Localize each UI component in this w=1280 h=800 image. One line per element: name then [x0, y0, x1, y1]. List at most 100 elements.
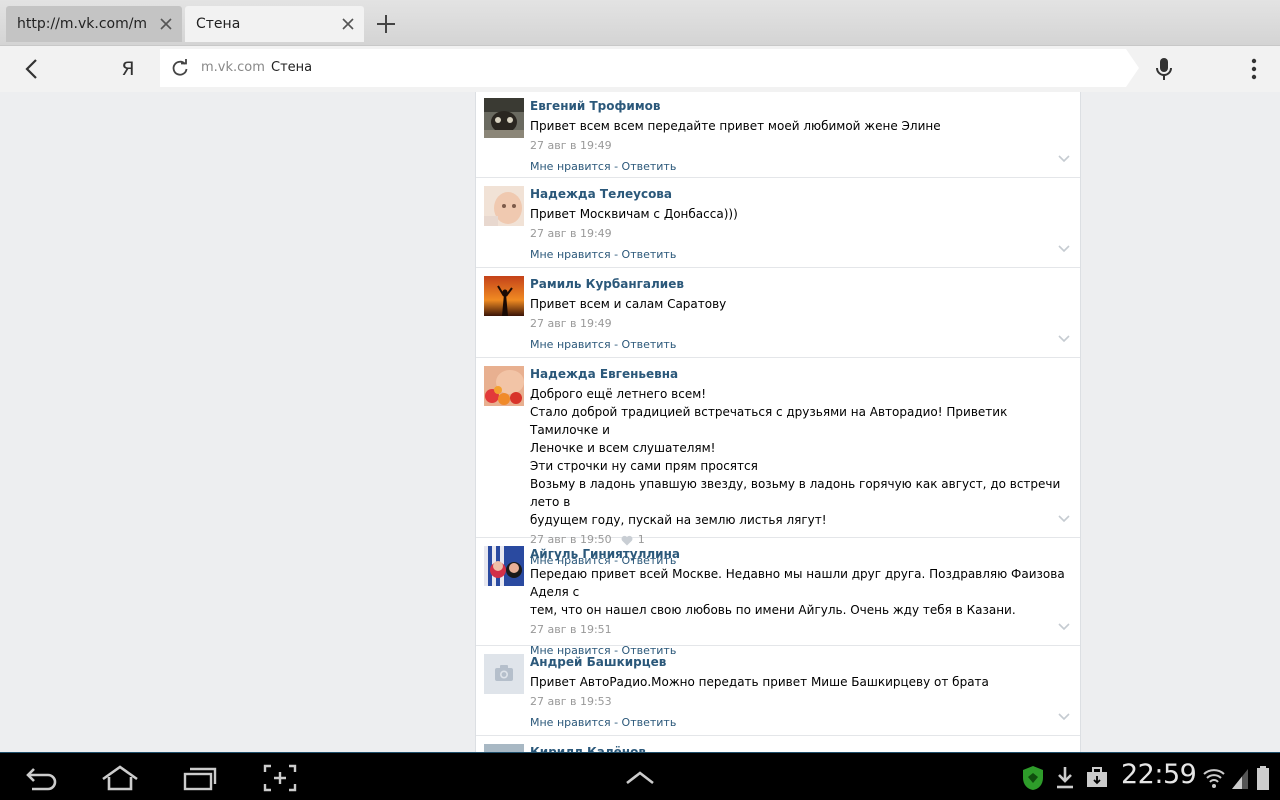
- tab-wall[interactable]: Стена: [185, 6, 364, 42]
- comments-feed: Евгений Трофимов Привет всем всем переда…: [475, 92, 1081, 752]
- yandex-button[interactable]: Я: [114, 56, 142, 82]
- like-link[interactable]: Мне нравится: [530, 338, 611, 351]
- url-page-title: Стена: [271, 60, 313, 75]
- comment: Надежда Евгеньевна Доброго ещё летнего в…: [476, 358, 1080, 567]
- chevron-up-icon[interactable]: [624, 763, 656, 793]
- comment: Надежда Телеусова Привет Москвичам с Дон…: [476, 178, 1080, 268]
- plus-icon[interactable]: [374, 12, 398, 36]
- comment-text: Привет АвтоРадио.Можно передать привет М…: [530, 673, 1070, 691]
- tab-title: Стена: [196, 16, 241, 32]
- comment-text: Передаю привет всей Москве. Недавно мы н…: [530, 565, 1070, 619]
- url-domain: m.vk.com: [201, 60, 265, 75]
- avatar[interactable]: [484, 186, 524, 226]
- chevron-down-icon[interactable]: [1058, 713, 1070, 721]
- wifi-icon: [1203, 769, 1225, 788]
- comment-author[interactable]: Рамиль Курбангалиев: [530, 275, 1070, 293]
- comment-time[interactable]: 27 авг в 19:51: [530, 622, 612, 638]
- home-icon[interactable]: [100, 763, 140, 793]
- shield-icon: [1022, 766, 1044, 790]
- comment-actions: Мне нравится - Ответить: [530, 159, 1070, 175]
- comment-author[interactable]: Андрей Башкирцев: [530, 653, 1070, 671]
- microphone-icon[interactable]: [1152, 55, 1176, 83]
- comment: Евгений Трофимов Привет всем всем переда…: [476, 92, 1080, 178]
- back-arrow-icon[interactable]: [18, 56, 46, 82]
- briefcase-icon: [1087, 767, 1107, 787]
- comment-text-line: будущем году, пускай на землю листья ляг…: [530, 513, 827, 527]
- chevron-down-icon[interactable]: [1058, 155, 1070, 163]
- comment-text-line: Привет АвтоРадио.Можно передать привет М…: [530, 675, 989, 689]
- comment-text-line: Доброго ещё летнего всем!: [530, 387, 707, 401]
- chevron-down-icon[interactable]: [1058, 335, 1070, 343]
- address-bar-tail: [1126, 49, 1139, 87]
- close-icon[interactable]: [340, 16, 356, 32]
- chevron-down-icon[interactable]: [1058, 515, 1070, 523]
- like-link[interactable]: Мне нравится: [530, 716, 611, 729]
- avatar[interactable]: [484, 366, 524, 406]
- comment-time[interactable]: 27 авг в 19:53: [530, 694, 612, 710]
- overflow-menu-icon[interactable]: [1244, 56, 1264, 82]
- reply-link[interactable]: Ответить: [622, 338, 677, 351]
- camera-icon: [484, 654, 524, 694]
- separator: -: [610, 338, 622, 351]
- tab-mail[interactable]: http://m.vk.com/mail?: [6, 6, 182, 42]
- comment-text: Привет Москвичам с Донбасса))): [530, 205, 1070, 223]
- battery-icon: [1257, 766, 1269, 790]
- comment-text-line: Леночке и всем слушателям!: [530, 441, 716, 455]
- address-bar[interactable]: m.vk.com Стена: [160, 49, 1126, 87]
- avatar[interactable]: [484, 654, 524, 694]
- comment-text-line: Привет Москвичам с Донбасса))): [530, 207, 738, 221]
- comment-text-line: Возьму в ладонь упавшую звезду, возьму в…: [530, 477, 1061, 509]
- avatar[interactable]: [484, 744, 524, 752]
- comment-author[interactable]: Надежда Евгеньевна: [530, 365, 1070, 383]
- browser-toolbar: Я m.vk.com Стена: [0, 46, 1280, 92]
- comment: Рамиль Курбангалиев Привет всем и салам …: [476, 268, 1080, 358]
- reply-link[interactable]: Ответить: [622, 716, 677, 729]
- recent-apps-icon[interactable]: [182, 763, 218, 793]
- comment-actions: Мне нравится - Ответить: [530, 715, 1070, 731]
- comment-time[interactable]: 27 авг в 19:49: [530, 138, 612, 154]
- comment-text: Привет всем всем передайте привет моей л…: [530, 117, 1070, 135]
- avatar[interactable]: [484, 546, 524, 586]
- avatar[interactable]: [484, 276, 524, 316]
- comment-text-line: Привет всем и салам Саратову: [530, 297, 727, 311]
- separator: -: [610, 716, 622, 729]
- tab-title: http://m.vk.com/mail?: [17, 16, 146, 32]
- comment-actions: Мне нравится - Ответить: [530, 247, 1070, 263]
- comment: Андрей Башкирцев Привет АвтоРадио.Можно …: [476, 646, 1080, 736]
- reply-link[interactable]: Ответить: [622, 160, 677, 173]
- system-navbar: 22:59: [0, 752, 1280, 800]
- comment-author[interactable]: Надежда Телеусова: [530, 185, 1070, 203]
- close-icon[interactable]: [158, 16, 174, 32]
- screenshot-icon[interactable]: [262, 763, 298, 793]
- like-link[interactable]: Мне нравится: [530, 248, 611, 261]
- reload-icon[interactable]: [170, 58, 190, 78]
- comment-meta: 27 авг в 19:51: [530, 622, 1070, 638]
- comment-text-line: Привет всем всем передайте привет моей л…: [530, 119, 941, 133]
- comment-author[interactable]: Айгуль Гиниятуллина: [530, 545, 1070, 563]
- chevron-down-icon[interactable]: [1058, 623, 1070, 631]
- comment-author[interactable]: Евгений Трофимов: [530, 97, 1070, 115]
- chevron-down-icon[interactable]: [1058, 245, 1070, 253]
- separator: -: [610, 160, 622, 173]
- tab-strip: http://m.vk.com/mail? Стена: [0, 0, 1280, 46]
- like-link[interactable]: Мне нравится: [530, 160, 611, 173]
- status-clock: 22:59: [1121, 759, 1197, 790]
- comment: Айгуль Гиниятуллина Передаю привет всей …: [476, 538, 1080, 657]
- avatar[interactable]: [484, 98, 524, 138]
- comment-author[interactable]: Кирилл Калёнов: [530, 743, 1070, 752]
- download-icon: [1057, 767, 1073, 789]
- comment-time[interactable]: 27 авг в 19:49: [530, 226, 612, 242]
- comment-text-line: Эти строчки ну сами прям просятся: [530, 459, 758, 473]
- comment-text-line: Стало доброй традицией встречаться с дру…: [530, 405, 1008, 437]
- page-content: Евгений Трофимов Привет всем всем переда…: [0, 92, 1280, 752]
- reply-link[interactable]: Ответить: [622, 248, 677, 261]
- comment: Кирилл Калёнов: [476, 736, 1080, 752]
- separator: -: [610, 248, 622, 261]
- signal-icon: [1232, 769, 1248, 789]
- comment-text-line: тем, что он нашел свою любовь по имени А…: [530, 603, 1016, 617]
- nav-back-icon[interactable]: [24, 763, 60, 793]
- comment-actions: Мне нравится - Ответить: [530, 337, 1070, 353]
- comment-time[interactable]: 27 авг в 19:49: [530, 316, 612, 332]
- comment-meta: 27 авг в 19:53: [530, 694, 1070, 710]
- comment-text: Доброго ещё летнего всем! Стало доброй т…: [530, 385, 1070, 529]
